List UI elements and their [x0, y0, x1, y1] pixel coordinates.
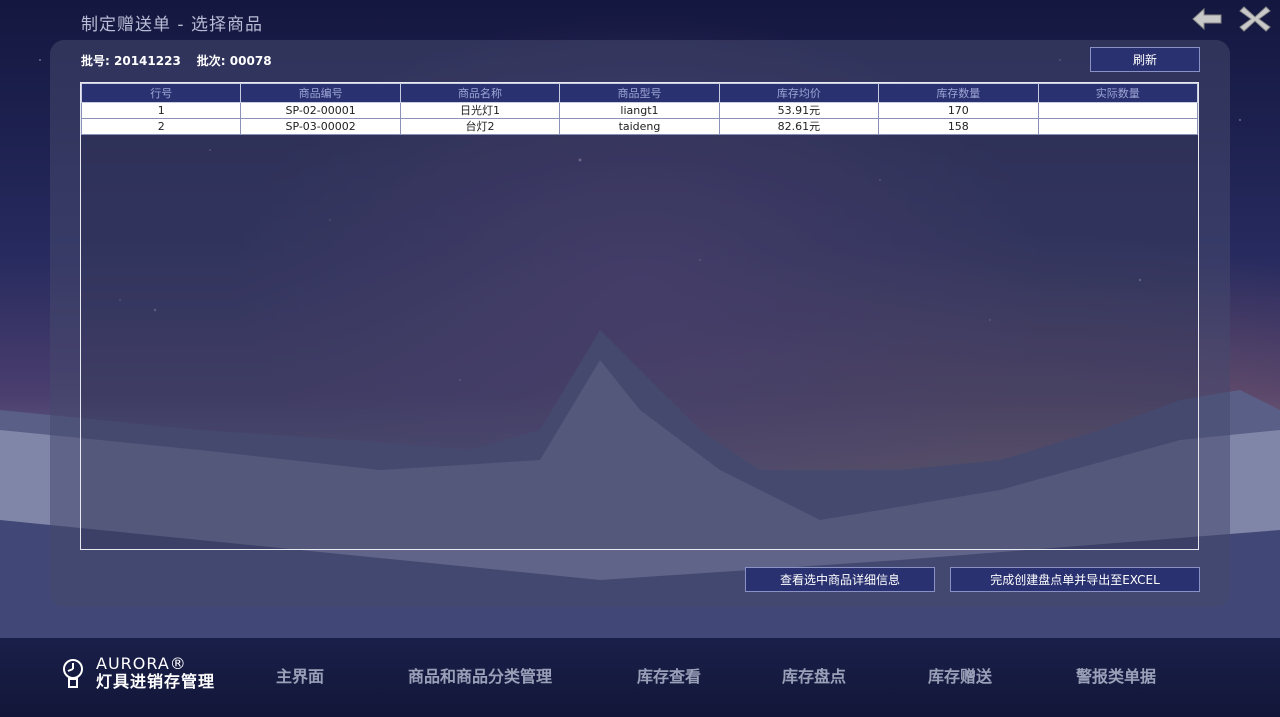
view-detail-button[interactable]: 查看选中商品详细信息: [745, 567, 935, 592]
window-title: 制定赠送单 - 选择商品: [81, 15, 263, 35]
nav-product-management[interactable]: 商品和商品分类管理: [408, 663, 552, 687]
table-header-row: 行号 商品编号 商品名称 商品型号 库存均价 库存数量 实际数量: [80, 83, 1199, 103]
close-icon[interactable]: [1238, 5, 1272, 33]
logo-chinese: 灯具进销存管理: [96, 672, 216, 691]
table-cell[interactable]: SP-03-00002: [240, 118, 401, 135]
app-logo: AURORA® 灯具进销存管理: [60, 655, 215, 691]
table-row[interactable]: 2 SP-03-00002 台灯2 taideng 82.61元 158: [80, 118, 1199, 135]
product-table: 行号 商品编号 商品名称 商品型号 库存均价 库存数量 实际数量 1 SP-02-00001 日…: [80, 83, 1199, 135]
back-arrow-icon[interactable]: [1190, 5, 1224, 33]
nav-inventory-count[interactable]: 库存盘点: [782, 663, 846, 687]
table-cell[interactable]: 82.61元: [718, 118, 880, 135]
lot-number: 批次: 00078: [196, 54, 272, 68]
column-header[interactable]: 行号: [80, 83, 242, 103]
batch-number: 批号: 20141223: [81, 54, 181, 68]
column-header[interactable]: 库存数量: [878, 83, 1039, 103]
table-cell[interactable]: 1: [80, 102, 242, 119]
column-header[interactable]: 商品名称: [399, 83, 561, 103]
column-header[interactable]: 库存均价: [718, 83, 880, 103]
table-row[interactable]: 1 SP-02-00001 日光灯1 liangt1 53.91元 170: [80, 102, 1199, 119]
column-header[interactable]: 商品编号: [240, 83, 401, 103]
nav-alert-documents[interactable]: 警报类单据: [1076, 663, 1156, 687]
table-cell[interactable]: 台灯2: [399, 118, 561, 135]
column-header[interactable]: 实际数量: [1037, 83, 1199, 103]
batch-info: 批号: 20141223 批次: 00078: [81, 52, 272, 69]
product-table-container: 行号 商品编号 商品名称 商品型号 库存均价 库存数量 实际数量 1 SP-02-00001 日…: [80, 82, 1199, 550]
table-cell[interactable]: [1037, 118, 1199, 135]
table-cell[interactable]: 170: [878, 102, 1039, 119]
table-cell[interactable]: 日光灯1: [399, 102, 561, 119]
column-header[interactable]: 商品型号: [559, 83, 720, 103]
table-cell[interactable]: SP-02-00001: [240, 102, 401, 119]
table-cell[interactable]: 53.91元: [718, 102, 880, 119]
table-cell[interactable]: [1037, 102, 1199, 119]
nav-main[interactable]: 主界面: [276, 663, 324, 687]
table-cell[interactable]: 158: [878, 118, 1039, 135]
nav-inventory-view[interactable]: 库存查看: [637, 663, 701, 687]
table-cell[interactable]: 2: [80, 118, 242, 135]
logo-english: AURORA®: [96, 654, 187, 673]
lamp-logo-icon: [63, 659, 83, 688]
nav-inventory-gift[interactable]: 库存赠送: [928, 663, 992, 687]
refresh-button[interactable]: 刷新: [1090, 47, 1200, 72]
table-cell[interactable]: taideng: [559, 118, 720, 135]
table-cell[interactable]: liangt1: [559, 102, 720, 119]
finish-export-button[interactable]: 完成创建盘点单并导出至EXCEL: [950, 567, 1200, 592]
